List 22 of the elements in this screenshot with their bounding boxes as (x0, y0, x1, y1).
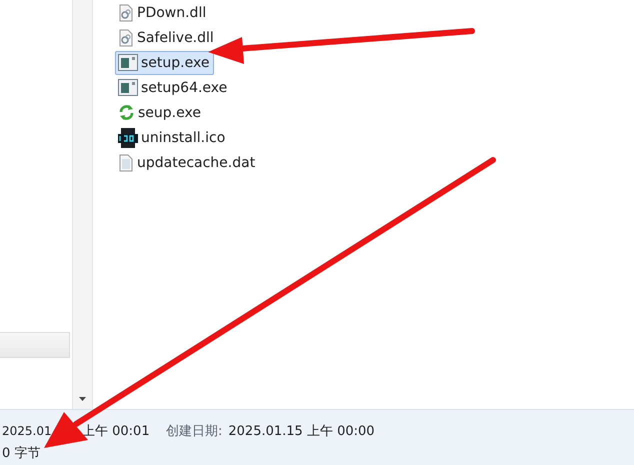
modified-date: 2025.01 (2, 424, 53, 438)
file-item[interactable]: seup.exe (115, 100, 206, 124)
file-item[interactable]: setup64.exe (115, 76, 232, 100)
file-item[interactable]: updatecache.dat (115, 150, 260, 174)
scroll-down-icon[interactable] (79, 397, 86, 401)
scrollbar[interactable] (73, 0, 93, 409)
file-size: 0 字节 (2, 445, 40, 462)
file-item[interactable]: Safelive.dll (115, 26, 219, 50)
nav-pane-strip (0, 332, 70, 358)
window-icon (118, 79, 138, 96)
window-icon (118, 54, 138, 71)
modified-time: 上午 00:01 (82, 423, 151, 440)
gear-file-icon (118, 4, 134, 22)
created-label: 创建日期: (166, 423, 222, 440)
file-item[interactable]: PDown.dll (115, 0, 212, 24)
file-item[interactable]: uninstall.ico (115, 126, 230, 150)
document-icon (118, 154, 134, 172)
gear-file-icon (118, 28, 134, 46)
file-item[interactable]: setup.exe (115, 50, 214, 74)
created-date: 2025.01.15 上午 00:00 (228, 423, 375, 440)
image-file-icon (118, 128, 138, 148)
refresh-icon (118, 104, 135, 121)
